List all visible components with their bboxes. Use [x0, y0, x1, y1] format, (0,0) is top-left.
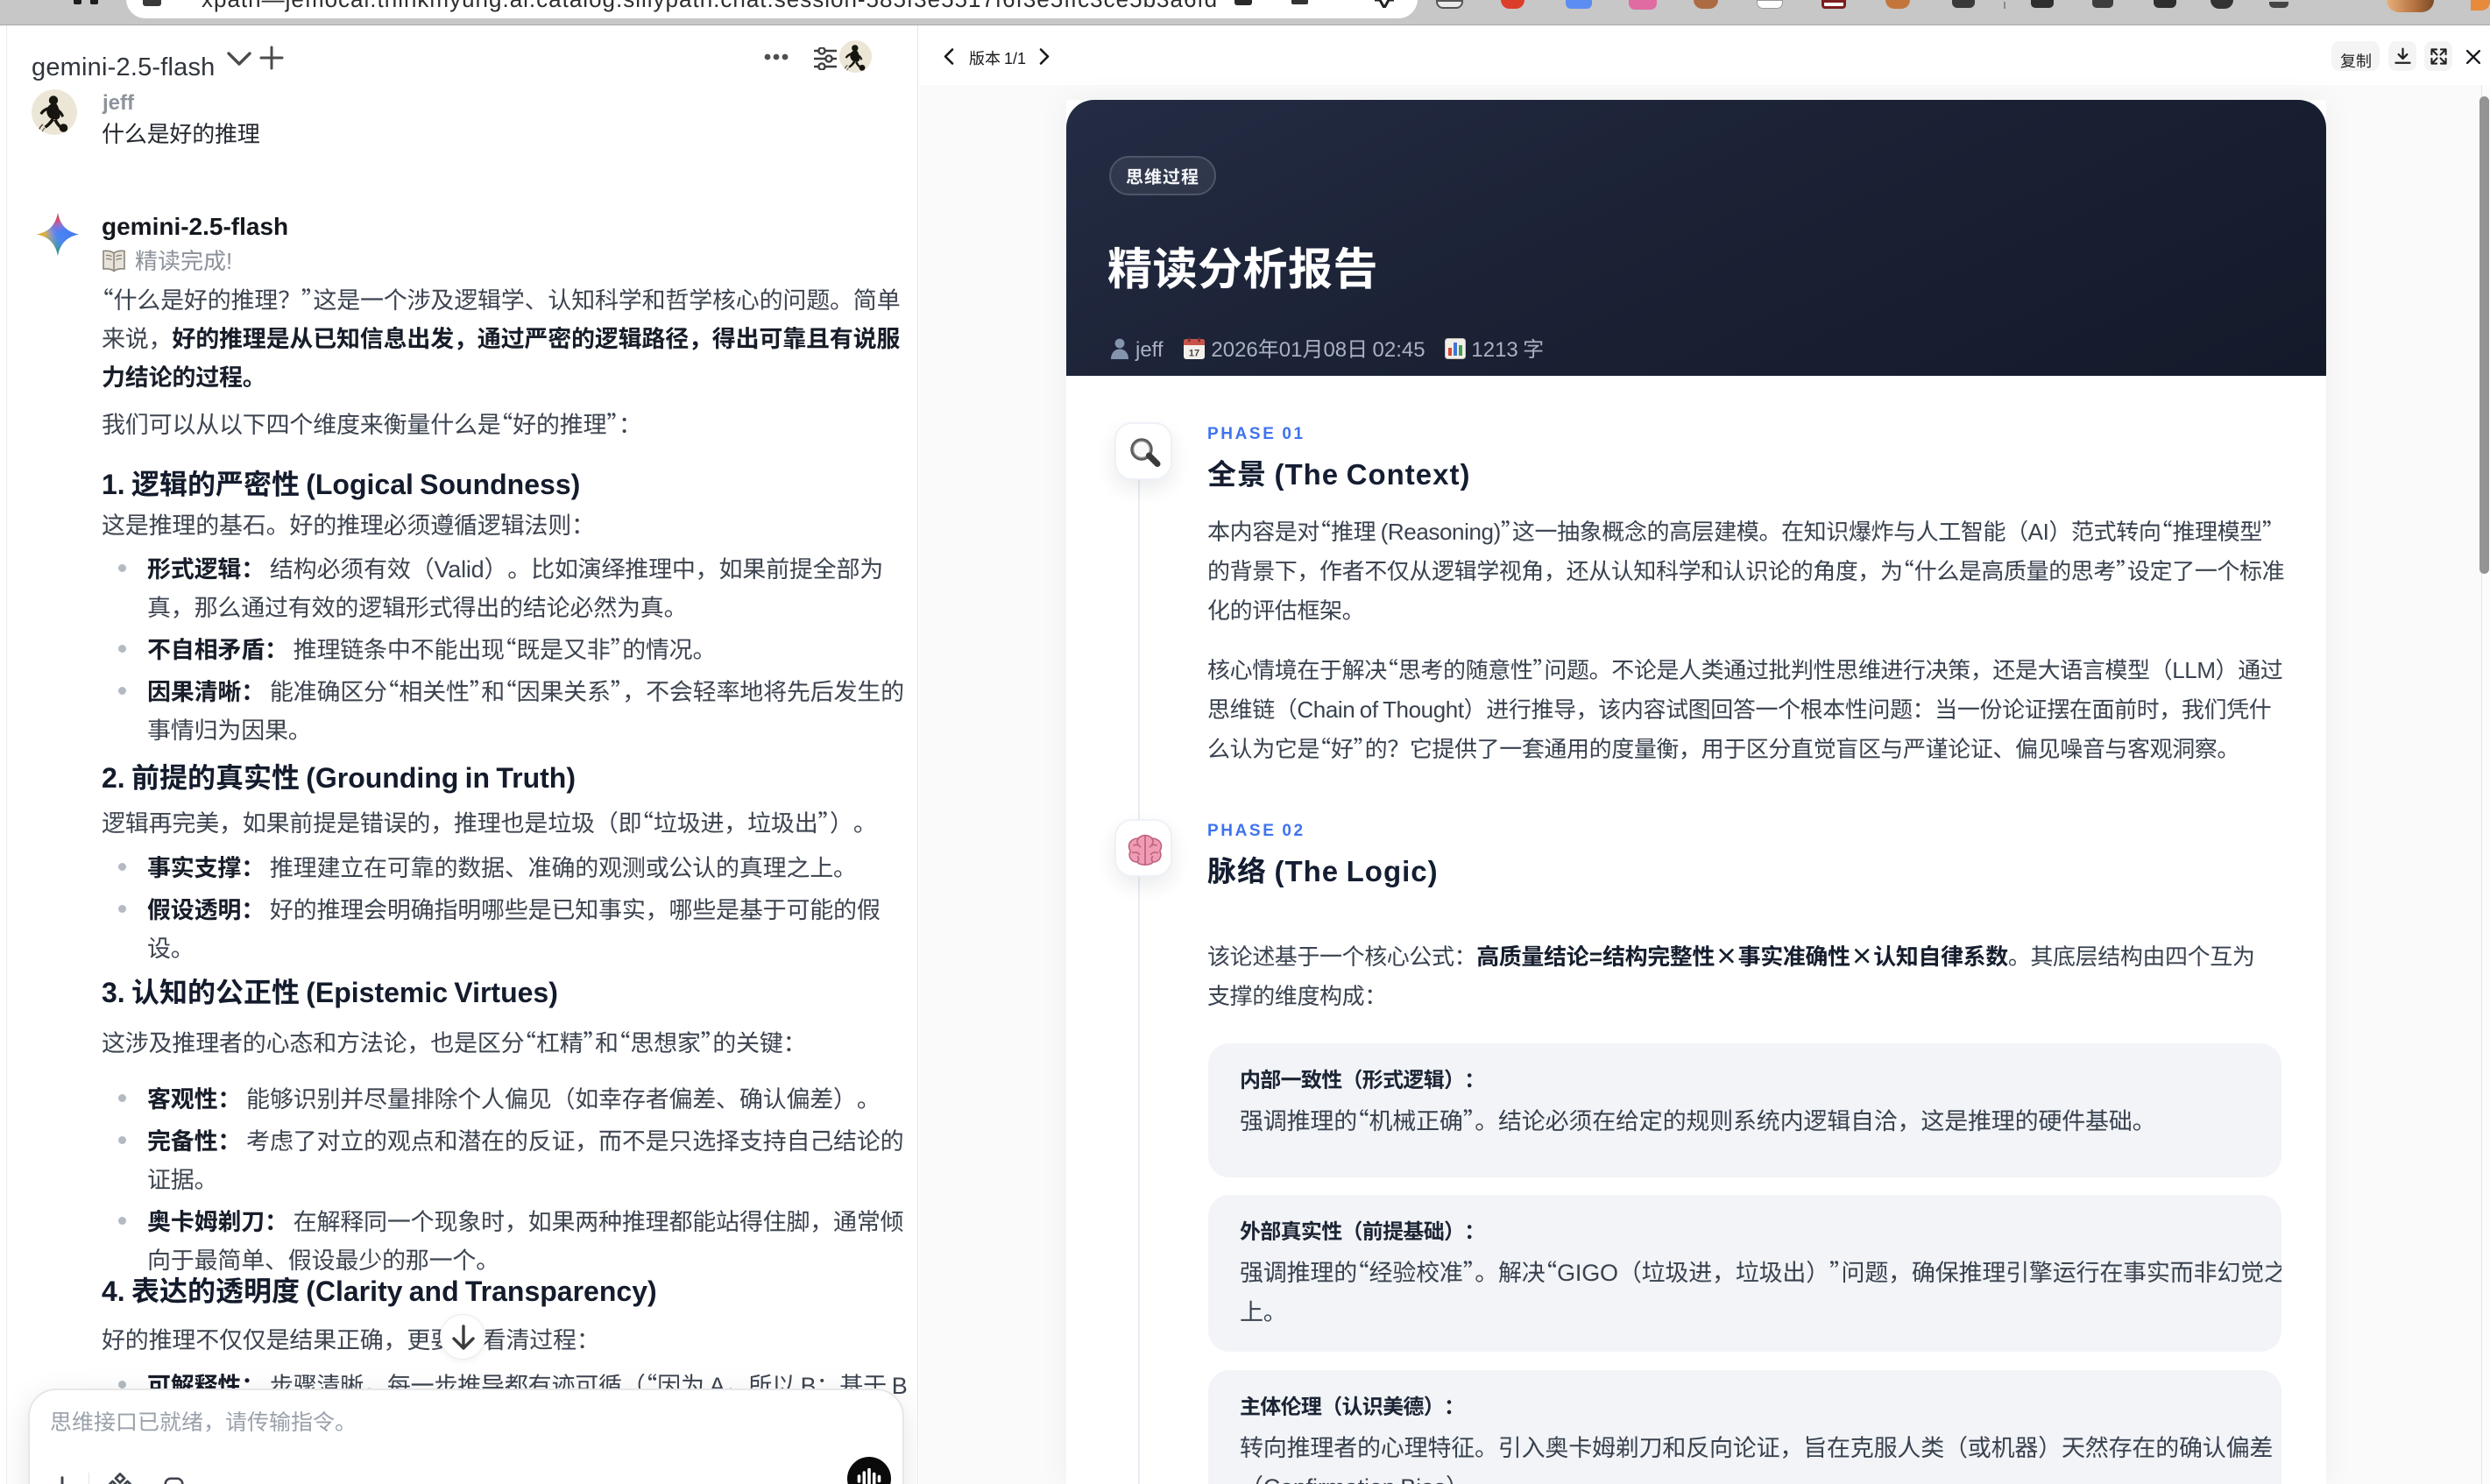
- svg-text:17: 17: [1189, 346, 1199, 360]
